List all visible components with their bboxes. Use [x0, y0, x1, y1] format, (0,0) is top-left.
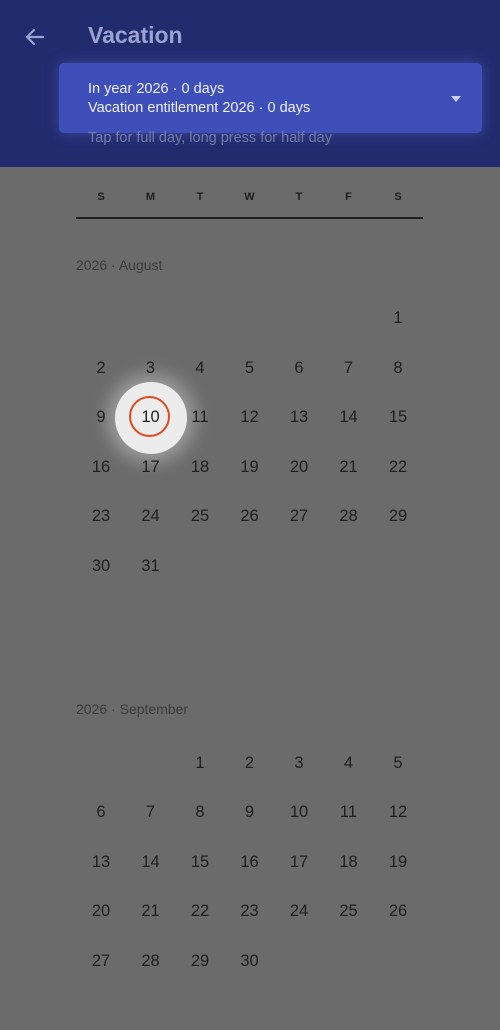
calendar-day[interactable]: 11: [178, 401, 222, 435]
calendar-day[interactable]: 25: [178, 500, 222, 534]
calendar-day[interactable]: 15: [376, 401, 420, 435]
calendar-day[interactable]: 23: [228, 895, 272, 929]
calendar-day[interactable]: 22: [376, 450, 420, 484]
calendar-day[interactable]: 1: [376, 302, 420, 336]
calendar-day[interactable]: 25: [327, 895, 371, 929]
calendar-day[interactable]: 23: [79, 500, 123, 534]
calendar-day[interactable]: 21: [327, 450, 371, 484]
calendar-day[interactable]: 28: [129, 944, 173, 978]
calendar-day[interactable]: 30: [79, 550, 123, 584]
calendar-day[interactable]: 7: [129, 796, 173, 830]
weekday-header: S M T W T F S: [76, 188, 423, 219]
calendar-day[interactable]: 8: [178, 796, 222, 830]
calendar-day[interactable]: 6: [79, 796, 123, 830]
calendar-day[interactable]: 16: [79, 450, 123, 484]
weekday-sun: S: [97, 191, 105, 203]
page-title: Vacation: [88, 22, 183, 48]
calendar-day[interactable]: 28: [327, 500, 371, 534]
calendar-day[interactable]: 9: [228, 796, 272, 830]
calendar-day[interactable]: 12: [228, 401, 272, 435]
calendar-day[interactable]: 19: [228, 450, 272, 484]
calendar-day[interactable]: 20: [79, 895, 123, 929]
weekday-mon: M: [145, 191, 156, 203]
calendar-day[interactable]: 22: [178, 895, 222, 929]
app-header: Vacation In year 2026 · 0 days Vacation …: [0, 0, 500, 167]
calendar-day[interactable]: 4: [178, 351, 222, 385]
calendar-day[interactable]: 16: [228, 845, 272, 879]
calendar-day[interactable]: 14: [129, 845, 173, 879]
back-button[interactable]: [18, 20, 52, 54]
calendar-day[interactable]: 2: [79, 351, 123, 385]
weekday-thu: T: [295, 191, 303, 203]
calendar-day[interactable]: 14: [327, 401, 371, 435]
calendar-day[interactable]: 8: [376, 351, 420, 385]
calendar-day[interactable]: 10: [277, 796, 321, 830]
calendar-day[interactable]: 27: [277, 500, 321, 534]
calendar-day[interactable]: 5: [228, 351, 272, 385]
weekday-sat: S: [394, 191, 402, 203]
calendar-day[interactable]: 31: [129, 550, 173, 584]
calendar-day[interactable]: 20: [277, 450, 321, 484]
arrow-left-icon: [25, 28, 45, 46]
calendar-day[interactable]: 24: [129, 500, 173, 534]
month-label-august: 2026 · August: [76, 257, 163, 273]
calendar-day[interactable]: 17: [129, 450, 173, 484]
calendar-day[interactable]: 26: [376, 895, 420, 929]
calendar-day[interactable]: 3: [129, 351, 173, 385]
calendar-day[interactable]: 13: [277, 401, 321, 435]
calendar-day[interactable]: 24: [277, 895, 321, 929]
calendar-day[interactable]: 10: [129, 401, 173, 435]
calendar-day[interactable]: 9: [79, 401, 123, 435]
calendar-day[interactable]: 18: [327, 845, 371, 879]
calendar-day[interactable]: 15: [178, 845, 222, 879]
calendar-day[interactable]: 2: [228, 746, 272, 780]
caret-down-icon: [451, 96, 461, 102]
weekday-fri: F: [345, 191, 352, 203]
calendar-day[interactable]: 4: [327, 746, 371, 780]
calendar-day[interactable]: 21: [129, 895, 173, 929]
days-in-year-text: In year 2026 · 0 days: [88, 81, 225, 97]
calendar-day[interactable]: 26: [228, 500, 272, 534]
calendar-day[interactable]: 6: [277, 351, 321, 385]
entitlement-text: Vacation entitlement 2026 · 0 days: [88, 100, 311, 116]
calendar-day[interactable]: 29: [178, 944, 222, 978]
usage-hint: Tap for full day, long press for half da…: [88, 130, 332, 146]
weekday-wed: W: [244, 191, 255, 203]
calendar-day[interactable]: 30: [228, 944, 272, 978]
calendar-day[interactable]: 12: [376, 796, 420, 830]
month-label-september: 2026 · September: [76, 701, 189, 717]
calendar-day[interactable]: 18: [178, 450, 222, 484]
calendar-day[interactable]: 13: [79, 845, 123, 879]
calendar-day[interactable]: 19: [376, 845, 420, 879]
weekday-tue: T: [196, 191, 204, 203]
calendar-day[interactable]: 27: [79, 944, 123, 978]
calendar-day[interactable]: 7: [327, 351, 371, 385]
calendar-day[interactable]: 17: [277, 845, 321, 879]
year-summary-dropdown[interactable]: In year 2026 · 0 days Vacation entitleme…: [59, 63, 482, 133]
calendar-day[interactable]: 11: [327, 796, 371, 830]
calendar-day[interactable]: 5: [376, 746, 420, 780]
calendar-day[interactable]: 3: [277, 746, 321, 780]
calendar-day[interactable]: 29: [376, 500, 420, 534]
calendar-day[interactable]: 1: [178, 746, 222, 780]
